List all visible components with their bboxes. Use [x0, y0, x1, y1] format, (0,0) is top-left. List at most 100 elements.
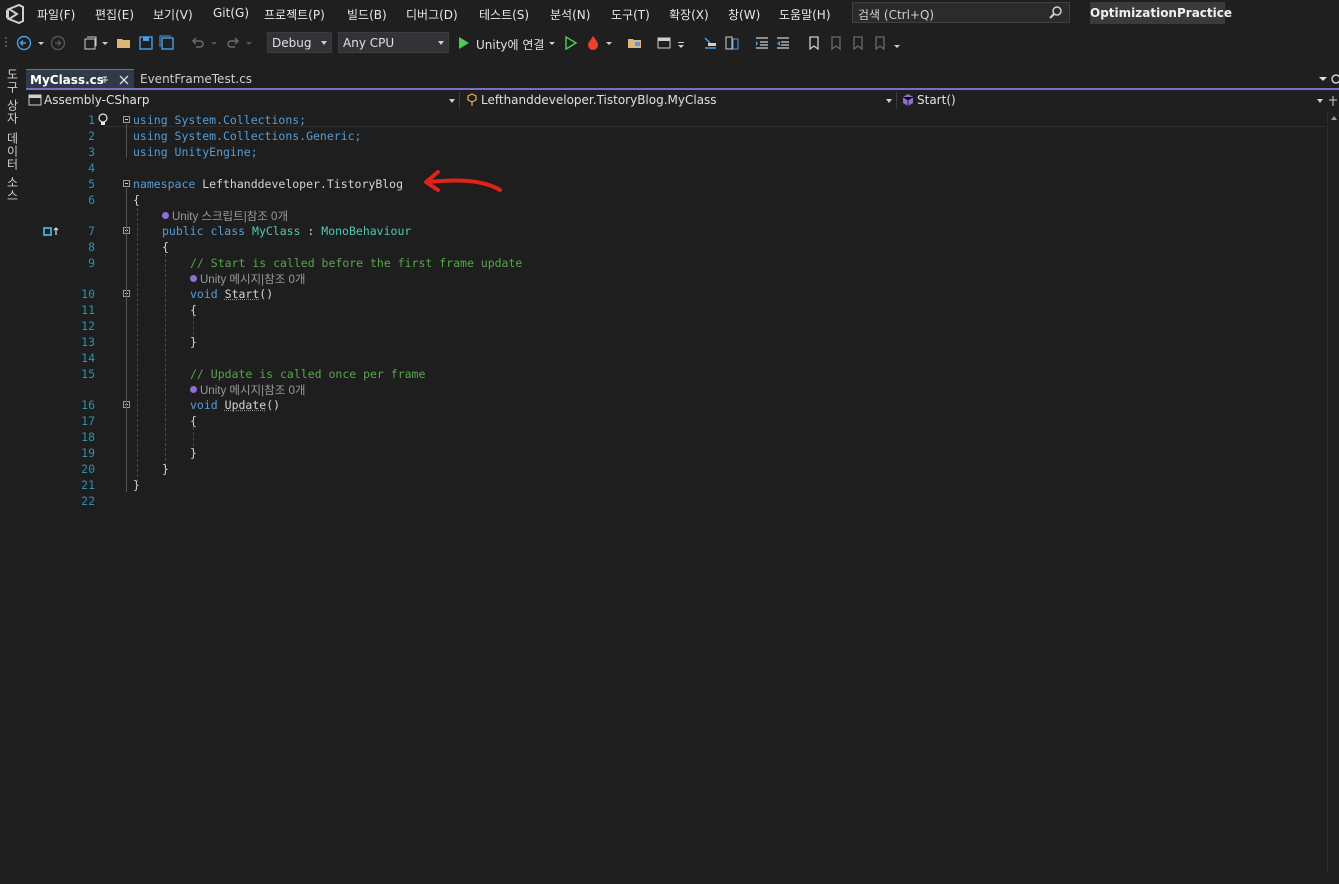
menu-debug[interactable]: 디버그(D) [406, 6, 458, 23]
undo-icon[interactable] [190, 35, 206, 51]
colon: : [300, 224, 322, 238]
menu-build[interactable]: 빌드(B) [347, 6, 387, 23]
code-brace: { [190, 414, 197, 428]
outline-line [126, 409, 127, 457]
previous-bookmark-icon[interactable] [827, 35, 843, 51]
menu-test[interactable]: 테스트(S) [479, 6, 529, 23]
outline-line [126, 298, 127, 346]
indent-guide [165, 254, 166, 466]
chevron-down-icon[interactable] [101, 35, 109, 51]
scroll-up-icon[interactable] [1330, 114, 1338, 122]
menu-edit[interactable]: 편집(E) [95, 6, 134, 23]
menu-git[interactable]: Git(G) [213, 6, 249, 20]
menu-project[interactable]: 프로젝트(P) [264, 6, 325, 23]
chevron-down-icon[interactable] [245, 35, 253, 51]
menu-analyze[interactable]: 분석(N) [550, 6, 590, 23]
codelens-class[interactable]: Unity 스크립트|참조 0개 [162, 208, 288, 224]
window-layout-icon[interactable] [656, 35, 672, 51]
type-select[interactable]: Lefthanddeveloper.TistoryBlog.MyClass [463, 91, 895, 110]
collapse-toggle[interactable] [123, 116, 130, 123]
configuration-select[interactable]: Debug [267, 32, 332, 53]
start-without-debug-icon[interactable] [563, 35, 579, 51]
navigate-back-icon[interactable] [16, 35, 32, 51]
class-name: MyClass [252, 224, 301, 238]
unity-icon [190, 386, 197, 393]
chevron-down-icon [449, 99, 455, 103]
save-all-icon[interactable] [159, 35, 175, 51]
project-icon [28, 94, 42, 106]
new-project-icon[interactable] [82, 35, 98, 51]
line-number: 3 [88, 145, 95, 159]
decrease-indent-icon[interactable] [754, 35, 770, 51]
increase-indent-icon[interactable] [775, 35, 791, 51]
code-line-start: void Start() [190, 287, 273, 301]
chevron-down-icon[interactable] [210, 35, 218, 51]
codelens-text: Unity 스크립트|참조 0개 [172, 211, 289, 223]
pin-icon[interactable] [100, 75, 110, 85]
next-bookmark-icon[interactable] [850, 35, 866, 51]
overflow-icon[interactable] [677, 35, 685, 51]
chevron-down-icon [886, 99, 892, 103]
code-brace: } [190, 446, 197, 460]
lightbulb-icon[interactable] [97, 113, 109, 127]
code-brace: { [133, 193, 140, 207]
comment-icon[interactable] [702, 35, 718, 51]
code-comment: // Start is called before the first fram… [190, 256, 523, 270]
tab-list-dropdown-icon[interactable] [1318, 74, 1328, 84]
line-number: 9 [88, 256, 95, 270]
menu-extensions[interactable]: 확장(X) [669, 6, 709, 23]
clear-bookmarks-icon[interactable] [872, 35, 888, 51]
menu-window[interactable]: 창(W) [728, 6, 760, 23]
codelens-text: Unity 메시지|참조 0개 [200, 274, 306, 286]
data-sources-tab[interactable]: 데이터 소스 [4, 132, 21, 202]
tab-myclass[interactable]: MyClass.cs [26, 69, 134, 90]
platform-select[interactable]: Any CPU [338, 32, 449, 53]
solution-name-badge[interactable]: OptimizationPractice [1090, 2, 1232, 24]
visual-studio-logo-icon[interactable] [3, 3, 25, 25]
close-icon[interactable] [119, 75, 129, 85]
search-input[interactable]: 검색 (Ctrl+Q) [852, 2, 1070, 23]
member-select[interactable]: Start() [899, 91, 1326, 110]
menu-tools[interactable]: 도구(T) [611, 6, 650, 23]
project-select[interactable]: Assembly-CSharp [26, 91, 458, 110]
settings-gear-icon[interactable] [1329, 72, 1339, 86]
line-number: 16 [81, 398, 95, 412]
chevron-down-icon[interactable] [37, 35, 45, 51]
chevron-down-icon[interactable] [548, 35, 556, 51]
line-number: 11 [81, 303, 95, 317]
divider [896, 92, 897, 109]
vertical-scrollbar[interactable] [1327, 112, 1339, 872]
redo-icon[interactable] [225, 35, 241, 51]
unity-icon [190, 275, 197, 282]
chevron-down-icon [321, 41, 327, 45]
line-number: 6 [88, 193, 95, 207]
open-folder-icon[interactable] [116, 35, 132, 51]
line-number: 17 [81, 414, 95, 428]
overflow-icon[interactable] [893, 35, 901, 51]
collapse-toggle[interactable] [123, 180, 130, 187]
codelens-start[interactable]: Unity 메시지|참조 0개 [190, 271, 305, 287]
start-debug-icon[interactable] [456, 35, 472, 51]
tab-eventframetest[interactable]: EventFrameTest.cs [136, 69, 276, 89]
navigate-forward-icon[interactable] [50, 35, 66, 51]
chevron-down-icon[interactable] [605, 35, 613, 51]
codelens-update[interactable]: Unity 메시지|참조 0개 [190, 382, 305, 398]
line-number: 1 [88, 113, 95, 127]
bookmark-icon[interactable] [806, 35, 822, 51]
menu-view[interactable]: 보기(V) [153, 6, 193, 23]
toolbox-tab[interactable]: 도구 상자 [4, 68, 21, 125]
unity-script-marker-icon[interactable] [43, 226, 61, 237]
attach-unity-button[interactable]: Unity에 연결 [476, 36, 544, 53]
method-icon [902, 94, 914, 106]
method-name: Update [224, 398, 267, 412]
uncomment-icon[interactable] [724, 35, 740, 51]
menu-help[interactable]: 도움말(H) [779, 6, 831, 23]
split-window-icon[interactable] [1327, 94, 1339, 108]
save-icon[interactable] [138, 35, 154, 51]
menu-file[interactable]: 파일(F) [37, 6, 75, 23]
hot-reload-icon[interactable] [585, 35, 601, 51]
code-brace: } [190, 335, 197, 349]
line-number: 12 [81, 319, 95, 333]
solution-explorer-icon[interactable] [627, 35, 643, 51]
navigation-bar: Assembly-CSharp Lefthanddeveloper.Tistor… [26, 90, 1339, 111]
